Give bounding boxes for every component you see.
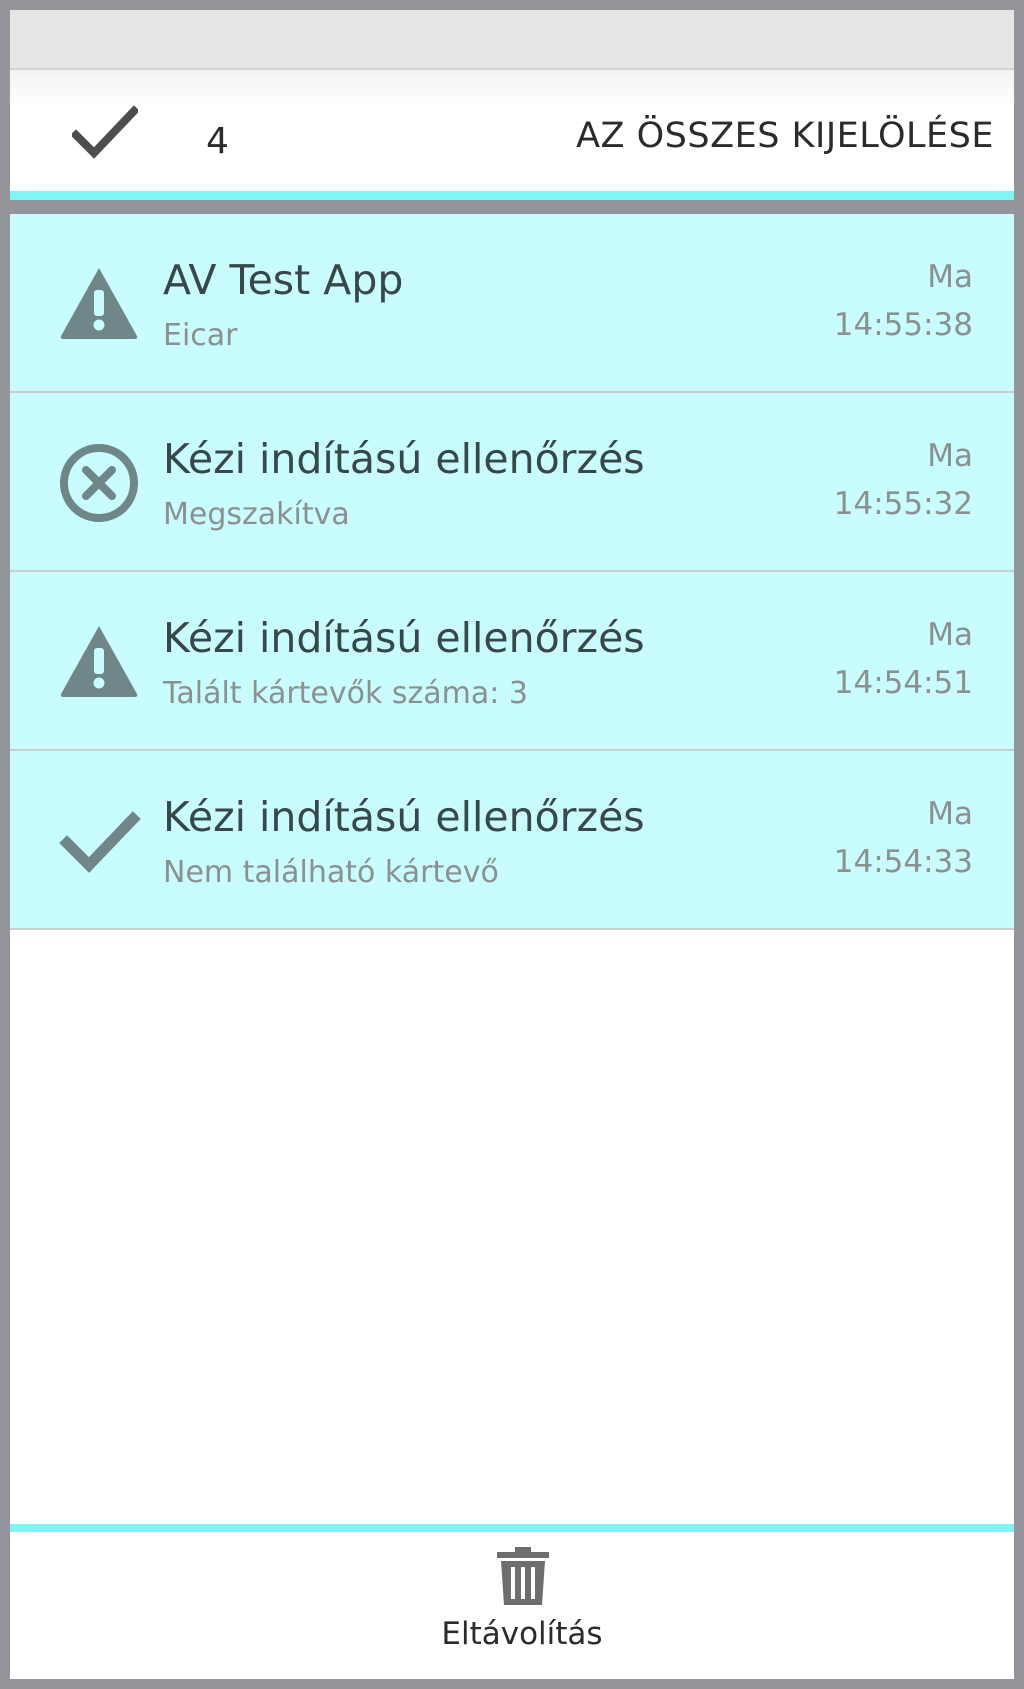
item-title: Kézi indítású ellenőrzés (163, 614, 645, 662)
status-strip (10, 10, 1014, 70)
check-icon (59, 811, 141, 873)
item-title: Kézi indítású ellenőrzés (163, 793, 645, 841)
selected-count: 4 (206, 121, 229, 162)
select-all-button[interactable]: AZ ÖSSZES KIJELÖLÉSE (576, 116, 994, 156)
bottom-accent-line (10, 1524, 1014, 1532)
item-subtitle: Eicar (163, 318, 238, 353)
item-time: 14:54:33 (833, 844, 973, 880)
warning-icon (60, 268, 138, 339)
item-day: Ma (927, 617, 973, 653)
item-time: 14:55:38 (833, 307, 973, 343)
deselect-check-button[interactable] (70, 105, 140, 159)
header-accent-line (10, 191, 1014, 200)
item-title: AV Test App (163, 256, 404, 304)
item-day: Ma (927, 796, 973, 832)
item-time: 14:54:51 (833, 665, 973, 701)
item-subtitle: Nem található kártevő (163, 855, 499, 890)
selection-header: 4 AZ ÖSSZES KIJELÖLÉSE (10, 70, 1014, 191)
bottom-action-bar: Eltávolítás (10, 1532, 1014, 1679)
item-title: Kézi indítású ellenőrzés (163, 435, 645, 483)
cancel-circle-icon (60, 444, 138, 522)
item-day: Ma (927, 259, 973, 295)
item-time: 14:55:32 (833, 486, 973, 522)
app-screen: 4 AZ ÖSSZES KIJELÖLÉSE AV Test App Eicar… (10, 10, 1014, 1679)
remove-label: Eltávolítás (441, 1616, 603, 1652)
event-list: AV Test App Eicar Ma 14:55:38 Kézi indít… (10, 214, 1014, 930)
list-item[interactable]: Kézi indítású ellenőrzés Megszakítva Ma … (10, 393, 1014, 572)
list-item[interactable]: Kézi indítású ellenőrzés Talált kártevők… (10, 572, 1014, 751)
item-subtitle: Talált kártevők száma: 3 (163, 676, 528, 711)
header-divider (10, 200, 1014, 214)
remove-button[interactable]: Eltávolítás (402, 1532, 642, 1679)
trash-icon (497, 1547, 549, 1605)
list-item[interactable]: Kézi indítású ellenőrzés Nem található k… (10, 751, 1014, 930)
check-icon (70, 105, 140, 159)
list-item[interactable]: AV Test App Eicar Ma 14:55:38 (10, 214, 1014, 393)
item-subtitle: Megszakítva (163, 497, 350, 532)
warning-icon (60, 626, 138, 697)
item-day: Ma (927, 438, 973, 474)
